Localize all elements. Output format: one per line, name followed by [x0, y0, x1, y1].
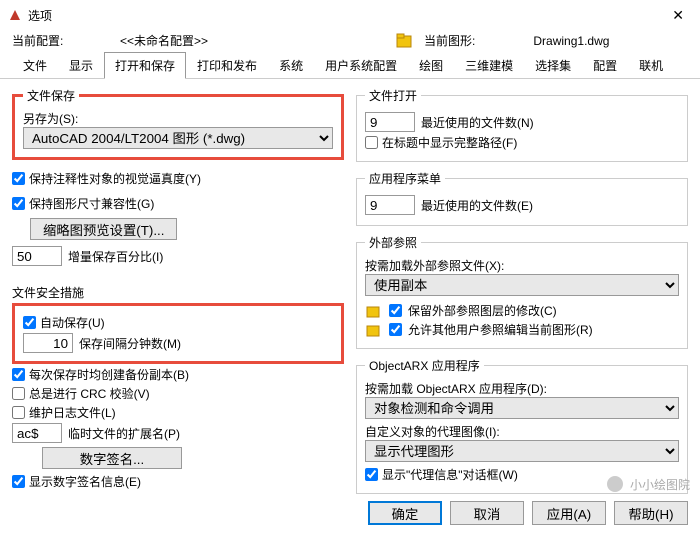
- legend-file-save: 文件保存: [23, 87, 79, 104]
- profile-label: 当前配置:: [12, 32, 72, 49]
- signature-button[interactable]: 数字签名...: [42, 447, 182, 469]
- save-as-label: 另存为(S):: [23, 110, 333, 127]
- drawing-label: 当前图形:: [424, 32, 475, 49]
- label-full-path: 在标题中显示完整路径(F): [382, 134, 517, 151]
- thumbnail-button[interactable]: 缩略图预览设置(T)...: [30, 218, 177, 240]
- tab-draft[interactable]: 绘图: [408, 52, 454, 79]
- check-auto-save[interactable]: [23, 316, 36, 329]
- label-keep-anno: 保持注释性对象的视觉逼真度(Y): [29, 170, 201, 187]
- tab-online[interactable]: 联机: [628, 52, 674, 79]
- tab-open-save[interactable]: 打开和保存: [104, 52, 186, 79]
- group-file-save: 文件保存 另存为(S): AutoCAD 2004/LT2004 图形 (*.d…: [12, 87, 344, 160]
- profile-name: <<未命名配置>>: [120, 32, 208, 49]
- label-keep-size: 保持图形尺寸兼容性(G): [29, 195, 154, 212]
- drawing-small-icon: [365, 303, 383, 319]
- xref-load-select[interactable]: 使用副本: [365, 274, 679, 296]
- label-allow-edit: 允许其他用户参照编辑当前图形(R): [408, 321, 593, 338]
- group-app-menu: 应用程序菜单 最近使用的文件数(E): [356, 170, 688, 226]
- watermark: 小小绘图院: [606, 475, 690, 493]
- check-full-path[interactable]: [365, 136, 378, 149]
- check-log[interactable]: [12, 406, 25, 419]
- label-crc: 总是进行 CRC 校验(V): [29, 385, 150, 402]
- label-log: 维护日志文件(L): [29, 404, 116, 421]
- window-title: 选项: [28, 7, 52, 24]
- check-sig[interactable]: [12, 475, 25, 488]
- label-keep-layers: 保留外部参照图层的修改(C): [408, 302, 557, 319]
- cancel-button[interactable]: 取消: [450, 501, 524, 525]
- tab-file[interactable]: 文件: [12, 52, 58, 79]
- menu-recent-label: 最近使用的文件数(E): [421, 197, 533, 214]
- wechat-icon: [606, 475, 624, 493]
- ok-button[interactable]: 确定: [368, 501, 442, 525]
- tab-select[interactable]: 选择集: [524, 52, 582, 79]
- proxy-label: 自定义对象的代理图像(I):: [365, 423, 679, 440]
- tab-user[interactable]: 用户系统配置: [314, 52, 408, 79]
- tab-3d[interactable]: 三维建模: [454, 52, 524, 79]
- recent-files-input[interactable]: [365, 112, 415, 132]
- group-file-open: 文件打开 最近使用的文件数(N) 在标题中显示完整路径(F): [356, 87, 688, 162]
- check-proxy-dialog[interactable]: [365, 468, 378, 481]
- save-as-select[interactable]: AutoCAD 2004/LT2004 图形 (*.dwg): [23, 127, 333, 149]
- xref-load-label: 按需加载外部参照文件(X):: [365, 257, 679, 274]
- proxy-select[interactable]: 显示代理图形: [365, 440, 679, 462]
- check-crc[interactable]: [12, 387, 25, 400]
- interval-label: 保存间隔分钟数(M): [79, 335, 181, 352]
- arx-load-select[interactable]: 对象检测和命令调用: [365, 397, 679, 419]
- help-button[interactable]: 帮助(H): [614, 501, 688, 525]
- app-icon: [8, 8, 22, 22]
- label-backup: 每次保存时均创建备份副本(B): [29, 366, 189, 383]
- legend-app-menu: 应用程序菜单: [365, 170, 445, 187]
- group-xref: 外部参照 按需加载外部参照文件(X): 使用副本 保留外部参照图层的修改(C) …: [356, 234, 688, 349]
- ext-input[interactable]: [12, 423, 62, 443]
- drawing-icon: [396, 33, 412, 49]
- incr-save-input[interactable]: [12, 246, 62, 266]
- label-auto-save: 自动保存(U): [40, 314, 105, 331]
- check-keep-size[interactable]: [12, 197, 25, 210]
- drawing-value: Drawing1.dwg: [533, 34, 609, 48]
- tab-plot[interactable]: 打印和发布: [186, 52, 268, 79]
- legend-xref: 外部参照: [365, 234, 421, 251]
- label-proxy-dialog: 显示"代理信息"对话框(W): [382, 466, 518, 483]
- apply-button[interactable]: 应用(A): [532, 501, 606, 525]
- menu-recent-input[interactable]: [365, 195, 415, 215]
- tab-display[interactable]: 显示: [58, 52, 104, 79]
- tabs: 文件 显示 打开和保存 打印和发布 系统 用户系统配置 绘图 三维建模 选择集 …: [0, 51, 700, 79]
- legend-arx: ObjectARX 应用程序: [365, 357, 484, 374]
- arx-load-label: 按需加载 ObjectARX 应用程序(D):: [365, 380, 679, 397]
- tab-system[interactable]: 系统: [268, 52, 314, 79]
- legend-safety: 文件安全措施: [12, 284, 344, 301]
- legend-file-open: 文件打开: [365, 87, 421, 104]
- close-icon[interactable]: ✕: [664, 3, 692, 28]
- group-arx: ObjectARX 应用程序 按需加载 ObjectARX 应用程序(D): 对…: [356, 357, 688, 494]
- check-allow-edit[interactable]: [389, 323, 402, 336]
- drawing-small-icon-2: [365, 322, 383, 338]
- tab-profiles[interactable]: 配置: [582, 52, 628, 79]
- group-safety: 文件安全措施 自动保存(U) 保存间隔分钟数(M) 每次保存时均创建备份副本(B…: [12, 278, 344, 492]
- check-keep-anno[interactable]: [12, 172, 25, 185]
- ext-label: 临时文件的扩展名(P): [68, 425, 180, 442]
- interval-input[interactable]: [23, 333, 73, 353]
- check-backup[interactable]: [12, 368, 25, 381]
- recent-files-label: 最近使用的文件数(N): [421, 114, 534, 131]
- label-sig: 显示数字签名信息(E): [29, 473, 141, 490]
- check-keep-layers[interactable]: [389, 304, 402, 317]
- incr-save-label: 增量保存百分比(I): [68, 248, 163, 265]
